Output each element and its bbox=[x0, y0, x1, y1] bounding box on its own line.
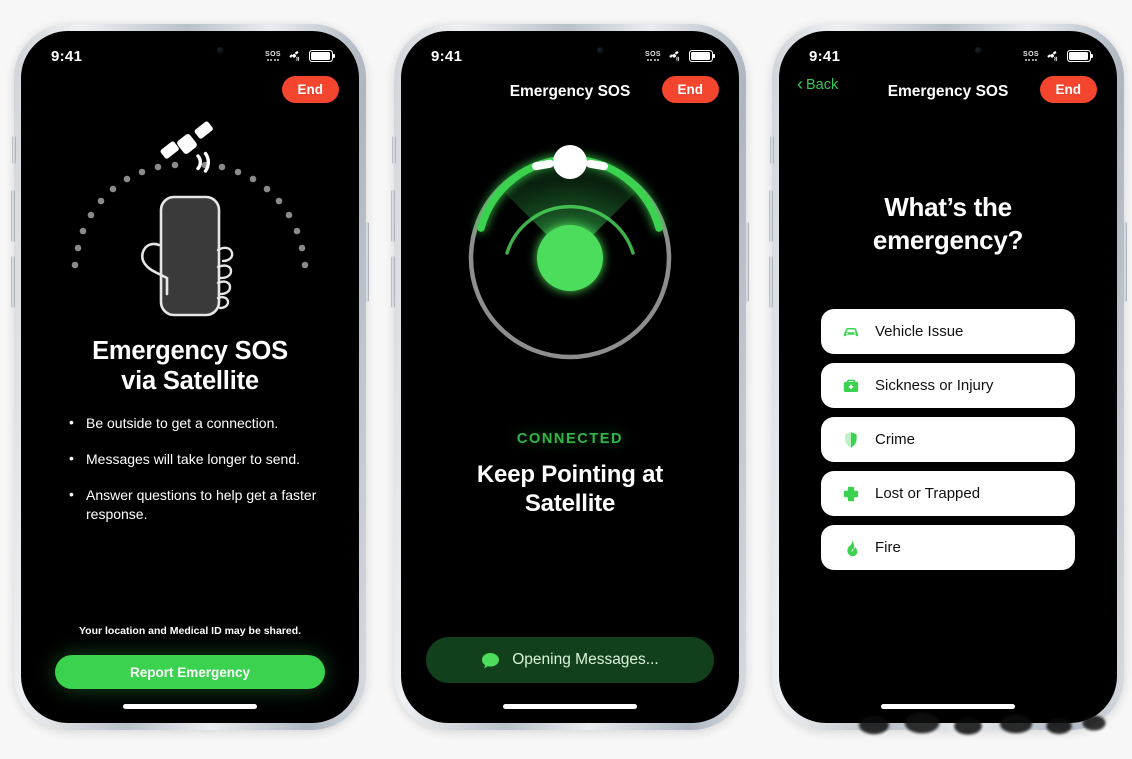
status-time: 9:41 bbox=[431, 47, 463, 65]
privacy-note: Your location and Medical ID may be shar… bbox=[78, 625, 302, 637]
power-button[interactable] bbox=[1123, 222, 1127, 302]
nav-bar-1: End bbox=[21, 71, 359, 113]
home-indicator[interactable] bbox=[503, 704, 637, 709]
battery-icon bbox=[309, 50, 336, 62]
nav-title: Emergency SOS bbox=[509, 83, 631, 100]
home-indicator[interactable] bbox=[881, 704, 1015, 709]
heading-line-2: Satellite bbox=[524, 489, 616, 517]
opening-messages-button[interactable]: Opening Messages... bbox=[426, 637, 714, 683]
medical-kit-icon bbox=[841, 376, 861, 396]
chevron-left-icon: ‹ bbox=[797, 74, 803, 94]
phone-screen-3: 9:41 SOS ‹ Back Emergency SOS End What’s… bbox=[779, 31, 1117, 723]
silence-switch[interactable] bbox=[392, 136, 396, 164]
volume-down-button[interactable] bbox=[391, 256, 395, 308]
nav-title: Emergency SOS bbox=[887, 83, 1009, 100]
option-label: Crime bbox=[875, 431, 915, 448]
status-time: 9:41 bbox=[809, 47, 841, 65]
volume-down-button[interactable] bbox=[769, 256, 773, 308]
option-vehicle-issue[interactable]: Vehicle Issue bbox=[821, 309, 1075, 354]
front-camera-icon bbox=[217, 47, 224, 54]
nav-bar-2: Emergency SOS End bbox=[401, 71, 739, 113]
sos-icon: SOS bbox=[265, 51, 281, 62]
heading-line-2: via Satellite bbox=[121, 367, 259, 396]
message-bubble-icon bbox=[482, 652, 500, 668]
phone-mockup-2: 9:41 SOS Emergency SOS End CONNECTED Kee… bbox=[391, 24, 749, 730]
front-camera-icon bbox=[597, 47, 604, 54]
volume-up-button[interactable] bbox=[391, 190, 395, 242]
end-button[interactable]: End bbox=[661, 76, 719, 103]
instruction-list: Be outside to get a connection. Messages… bbox=[69, 413, 331, 541]
status-icons: SOS bbox=[645, 50, 716, 62]
end-button[interactable]: End bbox=[281, 76, 339, 103]
option-label: Sickness or Injury bbox=[875, 377, 994, 394]
dynamic-island bbox=[892, 38, 1004, 64]
cross-icon bbox=[841, 484, 861, 504]
satellite-icon bbox=[669, 51, 680, 62]
satellite-radar-graphic bbox=[401, 143, 739, 373]
satellite-icon bbox=[1047, 51, 1058, 62]
screen2-heading: Keep Pointing at Satellite bbox=[401, 461, 739, 519]
front-camera-icon bbox=[975, 47, 982, 54]
status-icons: SOS bbox=[265, 50, 336, 62]
option-label: Lost or Trapped bbox=[875, 485, 981, 502]
report-emergency-button[interactable]: Report Emergency bbox=[55, 655, 325, 689]
screen1-heading: Emergency SOS via Satellite bbox=[21, 336, 359, 396]
dynamic-island bbox=[514, 38, 626, 64]
volume-up-button[interactable] bbox=[769, 190, 773, 242]
volume-down-button[interactable] bbox=[11, 256, 15, 308]
connection-status: CONNECTED bbox=[516, 431, 624, 447]
silence-switch[interactable] bbox=[770, 136, 774, 164]
list-item: Answer questions to help get a faster re… bbox=[69, 485, 331, 524]
option-fire[interactable]: Fire bbox=[821, 525, 1075, 570]
status-time: 9:41 bbox=[51, 47, 83, 65]
emergency-options-list: Vehicle Issue Sickness or Injury Crime L… bbox=[821, 309, 1075, 579]
heading-line-1: What’s the bbox=[884, 192, 1012, 222]
phone-mockup-1: 9:41 SOS End Emergency SOS via Satellite… bbox=[11, 24, 369, 730]
option-lost-or-trapped[interactable]: Lost or Trapped bbox=[821, 471, 1075, 516]
volume-up-button[interactable] bbox=[11, 190, 15, 242]
option-label: Fire bbox=[875, 539, 901, 556]
heading-line-1: Emergency SOS bbox=[92, 337, 288, 365]
opening-messages-label: Opening Messages... bbox=[512, 651, 659, 668]
battery-icon bbox=[689, 50, 716, 62]
list-item: Messages will take longer to send. bbox=[69, 449, 331, 469]
screen3-heading: What’s the emergency? bbox=[779, 191, 1117, 256]
nav-bar-3: ‹ Back Emergency SOS End bbox=[779, 71, 1117, 113]
option-label: Vehicle Issue bbox=[875, 323, 964, 340]
sos-icon: SOS bbox=[645, 51, 661, 62]
flame-icon bbox=[841, 538, 861, 558]
battery-icon bbox=[1067, 50, 1094, 62]
home-indicator[interactable] bbox=[123, 704, 257, 709]
option-sickness-or-injury[interactable]: Sickness or Injury bbox=[821, 363, 1075, 408]
back-label: Back bbox=[806, 77, 839, 93]
screenshot-stage: 9:41 SOS End Emergency SOS via Satellite… bbox=[0, 0, 1132, 759]
power-button[interactable] bbox=[745, 222, 749, 302]
phone-mockup-3: 9:41 SOS ‹ Back Emergency SOS End What’s… bbox=[769, 24, 1127, 730]
dynamic-island bbox=[134, 38, 246, 64]
option-crime[interactable]: Crime bbox=[821, 417, 1075, 462]
silence-switch[interactable] bbox=[12, 136, 16, 164]
end-button[interactable]: End bbox=[1039, 76, 1097, 103]
satellite-illustration bbox=[21, 117, 359, 332]
heading-line-2: emergency? bbox=[872, 224, 1024, 255]
power-button[interactable] bbox=[365, 222, 369, 302]
status-icons: SOS bbox=[1023, 50, 1094, 62]
satellite-icon bbox=[289, 51, 300, 62]
back-button[interactable]: ‹ Back bbox=[797, 74, 839, 94]
sos-icon: SOS bbox=[1023, 51, 1039, 62]
shield-icon bbox=[841, 430, 861, 450]
heading-line-1: Keep Pointing at bbox=[476, 461, 664, 488]
car-icon bbox=[841, 322, 861, 342]
list-item: Be outside to get a connection. bbox=[69, 413, 331, 433]
phone-screen-2: 9:41 SOS Emergency SOS End CONNECTED Kee… bbox=[401, 31, 739, 723]
phone-screen-1: 9:41 SOS End Emergency SOS via Satellite… bbox=[21, 31, 359, 723]
